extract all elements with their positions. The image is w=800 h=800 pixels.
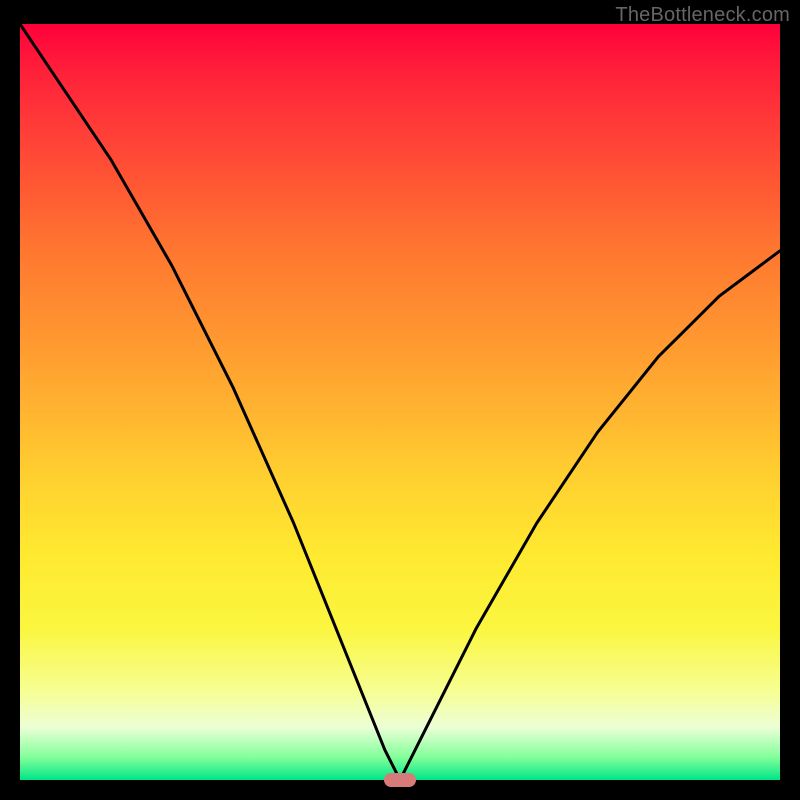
optimal-point-marker	[384, 773, 416, 787]
bottleneck-curve	[20, 24, 780, 780]
plot-area	[20, 24, 780, 780]
watermark-text: TheBottleneck.com	[615, 4, 790, 27]
chart-frame: TheBottleneck.com	[0, 0, 800, 800]
